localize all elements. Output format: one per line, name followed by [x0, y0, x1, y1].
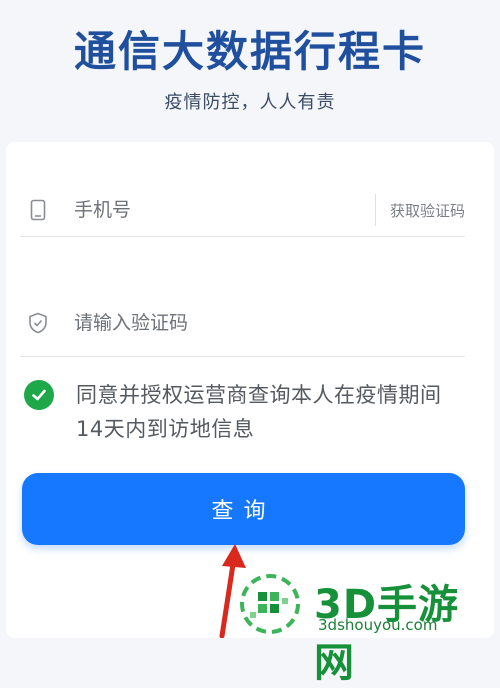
consent-text: 同意并授权运营商查询本人在疫情期间14天内到访地信息 — [76, 383, 442, 441]
consent-row: 同意并授权运营商查询本人在疫情期间14天内到访地信息 — [24, 378, 464, 446]
watermark: 3D手游网 3dshouyou.com — [232, 568, 500, 686]
get-code-button[interactable]: 获取验证码 — [390, 200, 465, 221]
page-title: 通信大数据行程卡 — [73, 27, 426, 76]
query-button[interactable]: 查询 — [22, 473, 465, 545]
phone-input[interactable] — [56, 198, 375, 222]
phone-icon — [20, 199, 56, 221]
page-subtitle: 疫情防控，人人有责 — [164, 92, 336, 113]
watermark-url: 3dshouyou.com — [318, 616, 438, 634]
code-row — [20, 290, 465, 357]
watermark-logo — [240, 574, 300, 634]
field-divider — [374, 194, 376, 226]
phone-row: 获取验证码 — [20, 184, 465, 237]
check-icon[interactable] — [24, 380, 54, 410]
shield-icon — [20, 312, 56, 334]
verification-code-input[interactable] — [56, 311, 465, 335]
